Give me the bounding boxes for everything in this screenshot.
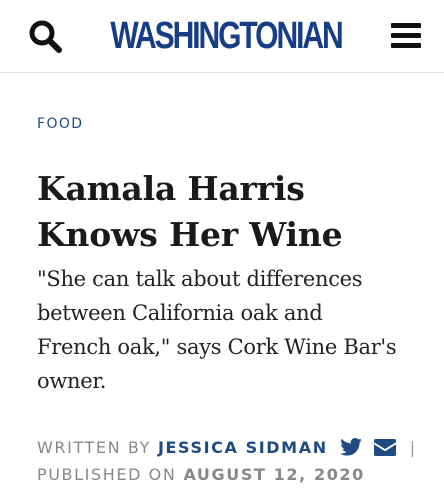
byline-author-row: WRITTEN BY JESSICA SIDMAN | [37,435,437,459]
email-share-link[interactable] [373,438,396,456]
category-link[interactable]: FOOD [37,116,83,132]
dek-line: French oak," says Cork Wine Bar's [37,335,397,359]
headline-line: Kamala Harris [37,169,305,208]
hamburger-menu-icon-bar [391,23,421,28]
written-by-label: WRITTEN BY [37,437,151,457]
site-header: WASHINGTONIAN [0,0,444,73]
byline: WRITTEN BY JESSICA SIDMAN | PUBLISHED ON… [37,435,437,486]
byline-date-row: PUBLISHED ON AUGUST 12, 2020 [37,462,437,486]
hamburger-menu-icon-bar [391,43,421,48]
search-button[interactable] [28,19,64,53]
hamburger-menu-icon-bar [391,33,421,38]
publish-date: AUGUST 12, 2020 [183,464,365,484]
article-headline: Kamala Harris Knows Her Wine [37,166,427,258]
site-logo[interactable]: WASHINGTONIAN [110,12,343,60]
email-icon [373,438,396,456]
author-link[interactable]: JESSICA SIDMAN [158,438,328,457]
dek-line: "She can talk about differences [37,267,363,291]
twitter-icon [339,438,362,456]
menu-button[interactable] [389,20,423,52]
twitter-share-link[interactable] [339,438,362,456]
published-on-label: PUBLISHED ON [37,464,177,484]
dek-line: owner. [37,369,107,393]
byline-separator: | [409,437,417,457]
article-dek: "She can talk about differences between … [37,262,432,398]
headline-line: Knows Her Wine [37,215,343,254]
dek-line: between California oak and [37,301,323,325]
search-icon [29,20,62,53]
